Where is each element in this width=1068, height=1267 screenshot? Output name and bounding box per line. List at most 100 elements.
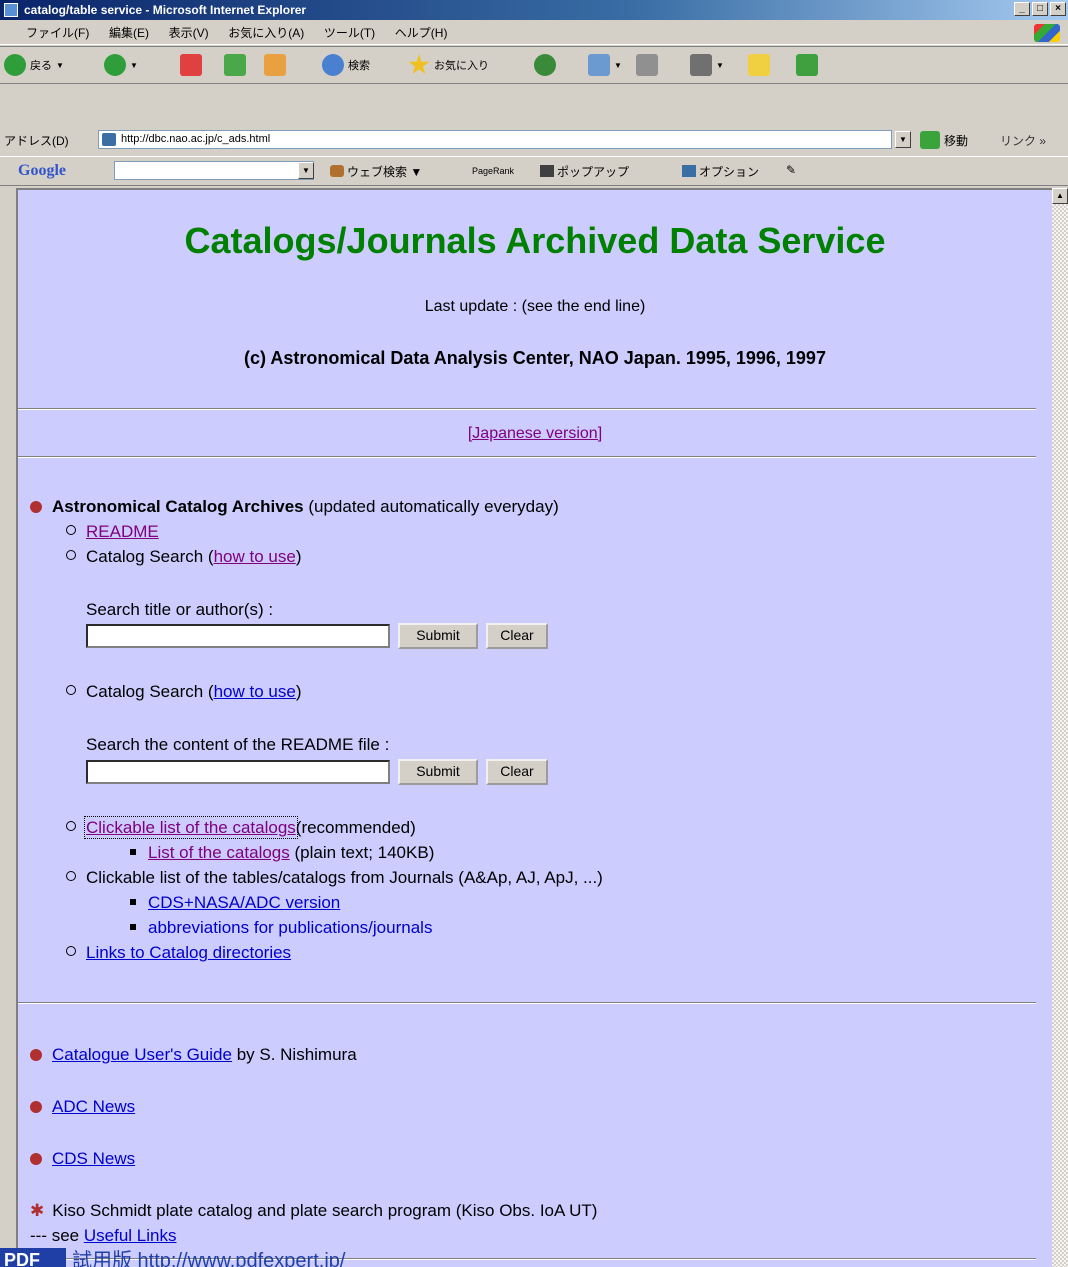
vertical-scrollbar[interactable]: ▲ [1052,188,1068,1267]
back-button[interactable]: 戻る ▼ [4,53,64,77]
google-logo-text: Google [18,162,66,179]
refresh-button[interactable] [224,53,246,77]
circle-bullet-icon [66,821,76,831]
abbreviations-link[interactable]: abbreviations for publications/journals [148,918,432,937]
how-to-use-link[interactable]: how to use [214,547,296,566]
options-label: オプション [699,165,760,179]
close-button[interactable]: × [1050,2,1066,16]
back-arrow-icon [4,54,26,76]
mail-icon [588,54,610,76]
divider [18,408,1036,410]
list-item: ✱ Kiso Schmidt plate catalog and plate se… [30,1201,597,1221]
search-readme-input[interactable] [86,760,390,784]
red-bullet-icon [30,501,42,513]
messenger-button[interactable] [796,53,818,77]
links-button[interactable]: リンク » [1000,132,1046,149]
users-guide-author: by S. Nishimura [236,1045,357,1064]
window-title: catalog/table service - Microsoft Intern… [24,3,307,17]
favorites-label: お気に入り [434,60,489,72]
catalog-archives-heading: Astronomical Catalog Archives (updated a… [30,497,559,517]
clickable-tables-text: Clickable list of the tables/catalogs fr… [86,868,603,887]
copyright: (c) Astronomical Data Analysis Center, N… [244,348,826,368]
menu-tools[interactable]: ツール(T) [316,22,383,44]
popup-label: ポップアップ [557,165,630,179]
list-item: --- see Useful Links [30,1226,176,1246]
web-search-button[interactable]: ウェブ検索 ▼ [330,163,422,180]
menu-edit[interactable]: 編集(E) [101,22,157,44]
clickable-catalogs-link[interactable]: Clickable list of the catalogs [84,816,298,839]
circle-bullet-icon [66,946,76,956]
google-toolbar: Google ▼ ウェブ検索 ▼ PageRank ポップアップ オプション ✎ [0,156,1068,186]
home-icon [264,54,286,76]
japanese-version-text[interactable]: [Japanese version] [468,425,602,442]
print-button[interactable] [636,53,658,77]
google-logo[interactable]: Google [18,162,66,180]
readme-link[interactable]: README [86,522,159,541]
japanese-version-link[interactable]: [Japanese version] [18,425,1052,443]
clear-button[interactable]: Clear [486,759,548,785]
menu-bar: ファイル(F) 編集(E) 表示(V) お気に入り(A) ツール(T) ヘルプ(… [0,22,1068,45]
paren-close: ) [295,682,302,701]
windows-logo-icon [1034,24,1060,42]
pagerank-indicator: PageRank [472,163,514,177]
go-arrow-icon[interactable] [920,131,940,149]
options-button[interactable]: オプション [682,163,759,180]
adc-news-link[interactable]: ADC News [52,1097,135,1116]
catalog-search-label: Catalog Search ( [86,682,214,701]
page-title: Catalogs/Journals Archived Data Service [184,220,886,261]
edit-button[interactable]: ▼ [690,53,724,77]
binoculars-icon [330,165,344,177]
red-bullet-icon [30,1153,42,1165]
mail-button[interactable]: ▼ [588,53,622,77]
maximize-button[interactable]: □ [1032,2,1048,16]
menu-help[interactable]: ヘルプ(H) [387,22,456,44]
submit-button[interactable]: Submit [398,759,478,785]
highlight-pencil-icon[interactable]: ✎ [786,163,796,177]
menu-view[interactable]: 表示(V) [161,22,217,44]
home-button[interactable] [264,53,286,77]
popup-blocker-button[interactable]: ポップアップ [540,163,629,180]
address-url: http://dbc.nao.ac.jp/c_ads.html [121,133,271,145]
favorites-star-icon [408,54,430,75]
menu-file[interactable]: ファイル(F) [0,22,97,44]
discuss-button[interactable] [748,53,770,77]
circle-bullet-icon [66,550,76,560]
submit-button[interactable]: Submit [398,623,478,649]
list-item: Clickable list of the tables/catalogs fr… [66,868,603,888]
list-of-catalogs-link[interactable]: List of the catalogs [148,843,290,862]
address-label: アドレス(D) [4,134,69,148]
list-item: README [66,522,159,542]
search-title-input[interactable] [86,624,390,648]
circle-bullet-icon [66,525,76,535]
useful-links-link[interactable]: Useful Links [84,1226,177,1245]
history-button[interactable] [534,53,556,77]
kiso-text: Kiso Schmidt plate catalog and plate sea… [52,1201,598,1220]
list-item: ADC News [30,1097,135,1117]
favorites-button[interactable]: お気に入り [408,53,489,77]
cds-news-link[interactable]: CDS News [52,1149,135,1168]
google-search-dropdown[interactable]: ▼ [298,162,314,179]
how-to-use-link[interactable]: how to use [214,682,296,701]
catalog-archives-title: Astronomical Catalog Archives [52,497,304,516]
forward-button[interactable]: ▼ [104,53,138,77]
address-input[interactable]: http://dbc.nao.ac.jp/c_ads.html [98,130,892,149]
catalog-directories-link[interactable]: Links to Catalog directories [86,943,291,962]
chevron-down-icon: ▼ [56,60,64,70]
google-search-input[interactable] [114,161,314,180]
minimize-button[interactable]: _ [1014,2,1030,16]
circle-bullet-icon [66,685,76,695]
list-item: CDS+NASA/ADC version [130,893,340,913]
web-search-label: ウェブ検索 [347,165,408,179]
stop-button[interactable] [180,53,202,77]
red-bullet-icon [30,1101,42,1113]
users-guide-link[interactable]: Catalogue User's Guide [52,1045,232,1064]
history-icon [534,54,556,76]
menu-favorites[interactable]: お気に入り(A) [220,22,312,44]
search-icon [322,54,344,76]
address-dropdown-arrow[interactable]: ▼ [895,131,911,148]
go-button[interactable]: 移動 [944,132,968,149]
scroll-up-arrow[interactable]: ▲ [1052,188,1068,204]
clear-button[interactable]: Clear [486,623,548,649]
cds-nasa-link[interactable]: CDS+NASA/ADC version [148,893,340,912]
search-button[interactable]: 検索 [322,53,370,77]
